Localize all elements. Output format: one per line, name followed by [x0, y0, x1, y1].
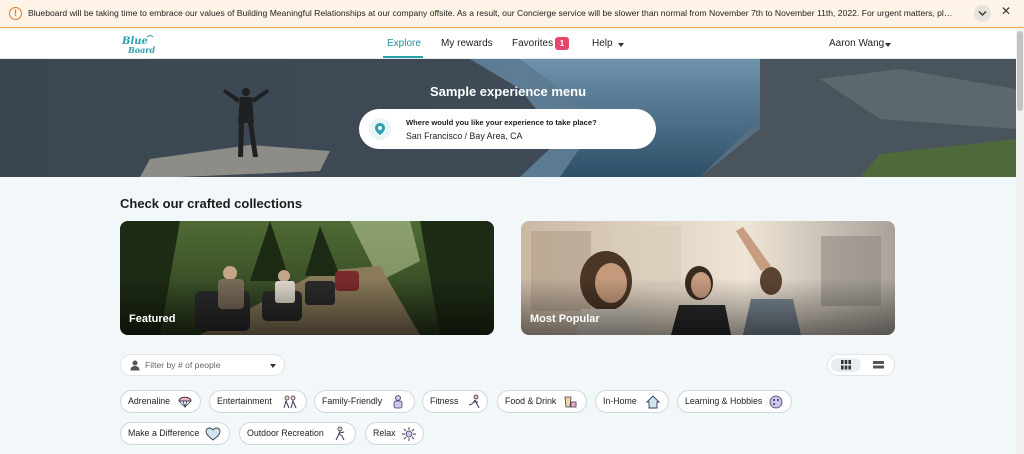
- hero-title: Sample experience menu: [429, 84, 587, 99]
- drink-icon: [564, 396, 577, 408]
- chevron-down-icon: [978, 11, 987, 16]
- chevron-down-icon: [270, 364, 276, 368]
- people-filter-dropdown[interactable]: Filter by # of people: [120, 354, 285, 376]
- category-chip-fitness[interactable]: Fitness: [422, 390, 488, 413]
- chip-label: In-Home: [603, 396, 637, 406]
- grid-view-button[interactable]: [831, 358, 861, 372]
- nav-explore[interactable]: Explore: [387, 37, 421, 51]
- collection-card-featured[interactable]: Featured: [120, 221, 494, 335]
- palette-icon: [769, 395, 783, 409]
- chip-label: Learning & Hobbies: [685, 396, 763, 406]
- chip-label: Relax: [373, 428, 396, 438]
- chip-label: Fitness: [430, 396, 459, 406]
- chip-label: Adrenaline: [128, 396, 171, 406]
- banner-text: Blueboard will be taking time to embrace…: [28, 8, 953, 18]
- list-view-button[interactable]: [865, 358, 893, 372]
- page-scrollbar[interactable]: [1016, 29, 1024, 454]
- top-navigation: Blue Board Explore My rewards Favorites …: [0, 29, 1016, 59]
- category-chip-make-a-difference[interactable]: Make a Difference: [120, 422, 230, 445]
- blueboard-logo[interactable]: Blue Board: [120, 33, 160, 55]
- banner-expand-button[interactable]: [974, 5, 991, 22]
- location-selector[interactable]: Where would you like your experience to …: [359, 109, 656, 149]
- lotus-icon: [402, 427, 416, 441]
- warning-icon: !: [9, 7, 22, 20]
- card-label-most-popular: Most Popular: [530, 313, 600, 325]
- chip-label: Family-Friendly: [322, 396, 383, 406]
- performers-icon: [283, 395, 297, 409]
- list-icon: [873, 361, 884, 369]
- nav-my-rewards[interactable]: My rewards: [441, 37, 493, 51]
- hiker-icon: [335, 426, 345, 441]
- card-label-featured: Featured: [129, 313, 176, 325]
- location-prompt: Where would you like your experience to …: [406, 118, 597, 127]
- collection-card-most-popular[interactable]: Most Popular: [521, 221, 895, 335]
- grid-icon: [841, 360, 851, 370]
- category-chip-entertainment[interactable]: Entertainment: [209, 390, 307, 413]
- nav-favorites[interactable]: Favorites: [512, 37, 553, 51]
- location-pin-icon: [369, 118, 391, 140]
- chevron-down-icon: [885, 43, 891, 47]
- user-menu[interactable]: Aaron Wang: [829, 37, 884, 51]
- hero-banner: Sample experience menu Where would you l…: [0, 59, 1016, 177]
- close-icon[interactable]: ✕: [1000, 4, 1012, 18]
- category-chip-outdoor-recreation[interactable]: Outdoor Recreation: [239, 422, 356, 445]
- chip-label: Food & Drink: [505, 396, 557, 406]
- house-icon: [645, 395, 661, 409]
- parachute-icon: [178, 396, 192, 409]
- favorites-count-badge: 1: [555, 37, 569, 50]
- heart-icon: [205, 427, 221, 441]
- featured-atv-image: [120, 221, 494, 335]
- nav-help[interactable]: Help: [592, 37, 613, 51]
- active-tab-indicator: [383, 56, 423, 58]
- announcement-banner: ! Blueboard will be taking time to embra…: [0, 0, 1024, 28]
- filter-placeholder: Filter by # of people: [145, 360, 221, 370]
- scrollbar-thumb[interactable]: [1017, 31, 1023, 111]
- chevron-down-icon: [618, 43, 624, 47]
- category-chip-relax[interactable]: Relax: [365, 422, 424, 445]
- category-chip-food-drink[interactable]: Food & Drink: [497, 390, 587, 413]
- svg-text:Board: Board: [127, 45, 155, 55]
- category-chip-family-friendly[interactable]: Family-Friendly: [314, 390, 415, 413]
- family-icon: [393, 395, 403, 409]
- chip-label: Entertainment: [217, 396, 272, 406]
- runner-icon: [468, 394, 480, 409]
- category-chip-adrenaline[interactable]: Adrenaline: [120, 390, 201, 413]
- chip-label: Make a Difference: [128, 428, 200, 438]
- chip-label: Outdoor Recreation: [247, 428, 324, 438]
- category-chip-in-home[interactable]: In-Home: [595, 390, 669, 413]
- person-icon: [130, 360, 140, 371]
- collections-title: Check our crafted collections: [120, 196, 303, 211]
- location-value: San Francisco / Bay Area, CA: [406, 131, 523, 141]
- view-toggle: [827, 354, 895, 376]
- category-chip-learning-hobbies[interactable]: Learning & Hobbies: [677, 390, 792, 413]
